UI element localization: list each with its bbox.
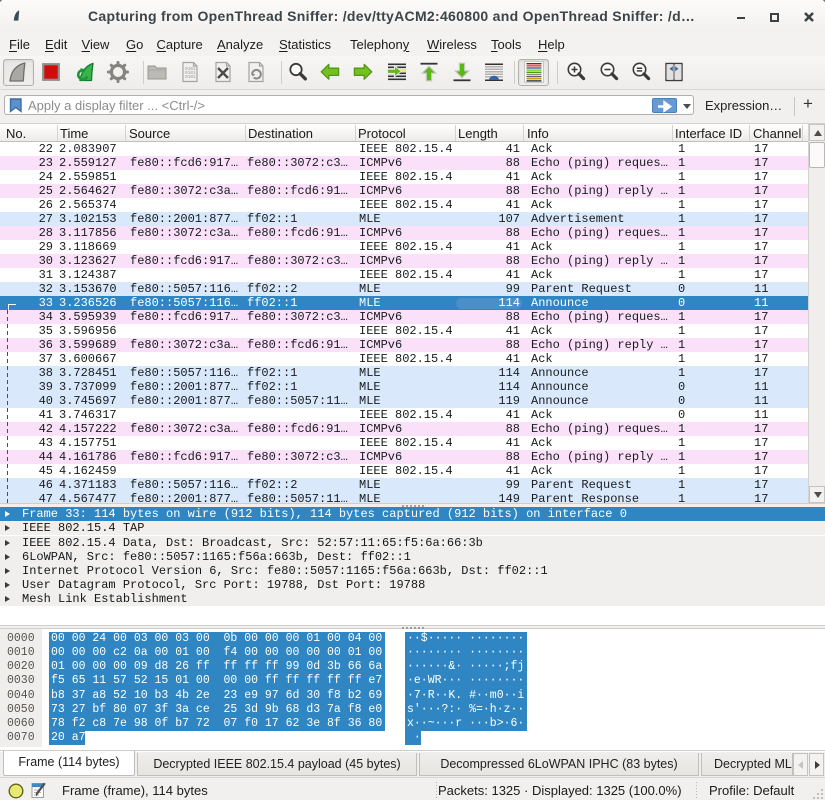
svg-text:0101: 0101 xyxy=(185,74,196,80)
